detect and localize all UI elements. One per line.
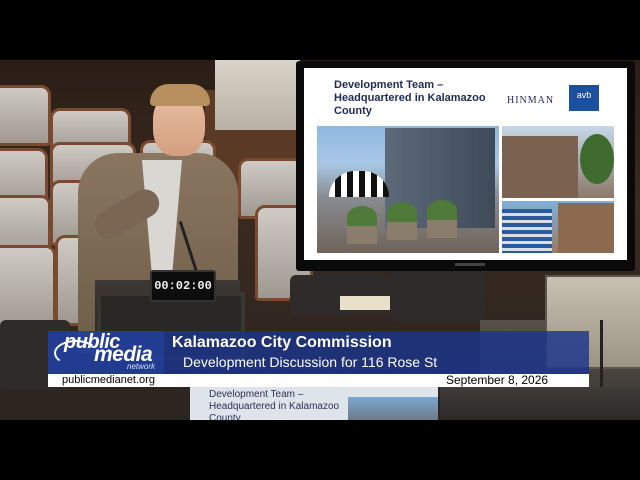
blue-building: [502, 209, 552, 253]
brick-building: [558, 203, 614, 253]
presenter-hair: [150, 84, 210, 106]
audience-chair: [0, 245, 56, 331]
planter-box: [387, 222, 417, 240]
bottom-monitor-text: Development Team – Headquartered in Kala…: [209, 389, 340, 420]
slide-title: Development Team – Headquartered in Kala…: [334, 79, 486, 117]
wall-window: [215, 60, 300, 130]
planter-shrub: [427, 200, 457, 222]
slide-photo-bottom-right: [502, 201, 614, 253]
patio-umbrella: [329, 171, 389, 197]
planter-shrub: [347, 206, 377, 228]
speaker-timer: 00:02:00: [150, 270, 216, 302]
planter-shrub: [387, 202, 417, 224]
brick-building: [502, 136, 578, 198]
slide-photo-main: [317, 126, 499, 253]
lower-third-title: Kalamazoo City Commission: [172, 334, 392, 351]
planter-box: [427, 220, 457, 238]
slide-photo-top-right: [502, 126, 614, 198]
meeting-date: September 8, 2026: [446, 373, 549, 387]
audience-chair: [0, 85, 51, 146]
tree: [580, 134, 614, 184]
lower-third-subtitle: Development Discussion for 116 Rose St: [183, 354, 438, 370]
bottom-monitor-photo: [348, 397, 438, 420]
presentation-slide: Development Team – Headquartered in Kala…: [304, 68, 627, 260]
tv-brand-mark: [455, 263, 485, 266]
video-frame: 00:02:00 Development Team – Headquartere…: [0, 0, 640, 480]
bottom-monitor: Development Team – Headquartered in Kala…: [190, 387, 438, 420]
floor: [440, 387, 640, 420]
planter-box: [347, 226, 377, 244]
hinman-logo: HINMAN: [507, 95, 555, 106]
network-url: publicmedianet.org: [62, 374, 155, 386]
logo-network-text: network: [127, 362, 156, 371]
avb-logo: avb: [569, 85, 599, 111]
dark-seat: [390, 272, 485, 322]
name-plate: [340, 296, 390, 310]
